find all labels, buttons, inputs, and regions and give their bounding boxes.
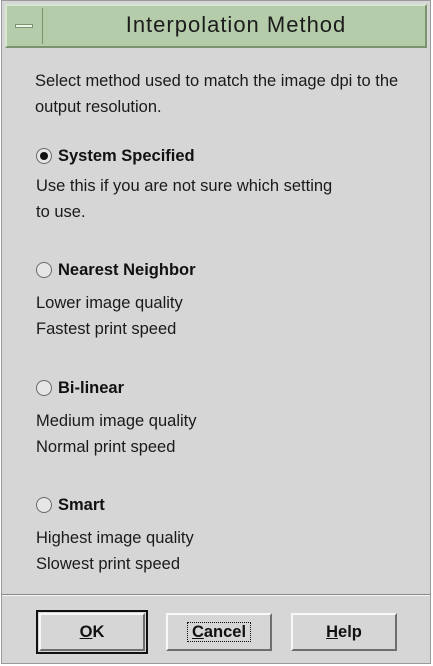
interpolation-method-dialog: Interpolation Method Select method used … [1,0,431,664]
description-line: Use this if you are not sure which setti… [36,177,333,195]
option-description: Lower image quality Fastest print speed [36,290,396,342]
description-line: to use. [36,203,86,221]
description-line: Normal print speed [36,438,176,456]
help-button[interactable]: Help [291,613,397,651]
description-line: Medium image quality [36,412,197,430]
radio-button-icon[interactable] [36,148,52,164]
option-description: Medium image quality Normal print speed [36,408,396,460]
description-line: Highest image quality [36,529,194,547]
help-label-rest: elp [338,623,362,641]
option-description: Highest image quality Slowest print spee… [36,525,396,577]
radio-button-icon[interactable] [36,380,52,396]
help-mnemonic: H [326,623,339,641]
window-menu-button[interactable] [9,8,43,44]
option-label: Nearest Neighbor [58,261,196,279]
radio-button-icon[interactable] [36,262,52,278]
option-label: Smart [58,496,105,514]
title-bar[interactable]: Interpolation Method [5,4,427,48]
ok-label-rest: K [92,623,105,641]
ok-button[interactable]: OK [36,610,148,654]
description-line: Fastest print speed [36,320,177,338]
radio-button-icon[interactable] [36,497,52,513]
cancel-mnemonic: C [191,623,204,641]
cancel-button[interactable]: Cancel [166,613,272,651]
dialog-title: Interpolation Method [125,12,347,37]
option-label: Bi-linear [58,379,125,397]
description-line: Slowest print speed [36,555,180,573]
window-menu-icon [15,24,33,28]
description-line: Lower image quality [36,294,183,312]
intro-text: Select method used to match the image dp… [35,72,399,116]
cancel-label-rest: ancel [203,623,247,641]
cancel-focus-ring: Cancel [186,622,252,642]
option-description: Use this if you are not sure which setti… [36,173,396,225]
ok-mnemonic: O [79,623,93,641]
button-separator [2,594,430,596]
option-label: System Specified [58,147,195,165]
